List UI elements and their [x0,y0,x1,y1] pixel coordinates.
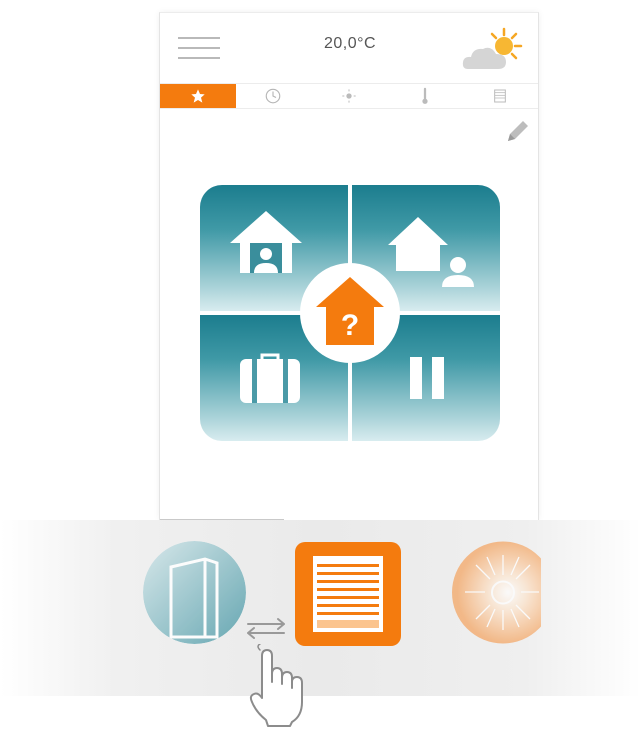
window-blind-icon [313,556,383,632]
sunlight-icon [452,541,541,644]
home-present-icon [230,211,302,273]
menu-line [178,47,220,49]
tab-sun[interactable] [311,84,387,108]
mode-sunlight[interactable] [451,541,541,644]
tab-favorites[interactable] [160,84,236,108]
scene-unknown-button[interactable]: ? [300,263,400,363]
tab-temperature[interactable] [387,84,463,108]
menu-line [178,37,220,39]
mode-window-blind[interactable] [295,542,401,646]
star-icon [191,89,205,103]
tab-timers[interactable] [236,84,312,108]
tab-bar [160,83,538,109]
temperature-readout: 20,0°C [323,35,377,52]
sun-icon [342,89,356,103]
tab-shutters[interactable] [462,84,538,108]
scene-grid: ? [200,185,500,441]
partly-sunny-icon[interactable] [460,27,524,75]
app-screen: 20,0°C ? [159,12,539,522]
menu-button[interactable] [178,35,220,61]
menu-line [178,57,220,59]
away-from-home-icon [388,217,474,287]
shutter-icon [494,89,507,103]
pause-icon [410,357,444,399]
house-question-icon: ? [316,277,384,345]
question-mark-glyph: ? [341,309,359,342]
mode-door[interactable] [143,541,246,644]
thermometer-icon [421,87,428,104]
door-icon [143,541,246,644]
vacation-suitcase-icon [240,353,300,403]
pencil-icon[interactable] [504,117,532,145]
clock-icon [266,88,281,104]
swap-arrows-icon [247,618,285,639]
swipe-hand-icon [249,644,303,727]
